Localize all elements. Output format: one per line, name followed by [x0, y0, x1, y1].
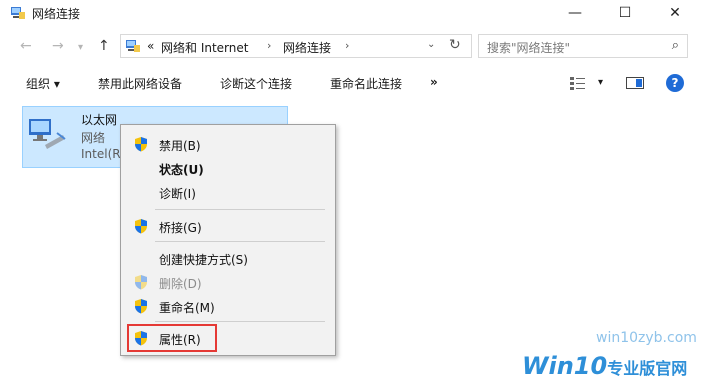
watermark-brand: Win10专业版官网 — [522, 352, 687, 380]
menu-item-bridge[interactable]: 桥接(G) — [123, 215, 333, 237]
menu-item-disable[interactable]: 禁用(B) — [123, 133, 333, 155]
forward-button[interactable]: → — [52, 38, 64, 54]
rename-connection-button[interactable]: 重命名此连接 — [330, 75, 402, 92]
breadcrumb-network-internet[interactable]: 网络和 Internet — [161, 39, 248, 56]
search-box[interactable]: 搜索"网络连接" ⌕ — [478, 34, 688, 58]
address-row: ← → ▾ ↑ « 网络和 Internet › 网络连接 › ⌄ ↻ 搜索"网… — [0, 34, 704, 60]
uac-shield-icon — [135, 299, 147, 314]
maximize-button[interactable]: ☐ — [602, 0, 648, 26]
search-icon[interactable]: ⌕ — [672, 38, 679, 53]
breadcrumb-network-connections[interactable]: 网络连接 — [283, 39, 331, 56]
refresh-icon[interactable]: ↻ — [449, 37, 461, 53]
menu-item-label: 删除(D) — [159, 277, 202, 291]
address-bar[interactable]: « 网络和 Internet › 网络连接 › ⌄ ↻ — [120, 34, 472, 58]
menu-separator — [155, 241, 325, 242]
help-icon[interactable]: ? — [666, 74, 684, 92]
highlight-box — [127, 324, 217, 352]
adapter-name: 以太网 — [81, 113, 118, 127]
network-folder-icon — [11, 7, 25, 19]
watermark-url: win10zyb.com — [596, 330, 697, 346]
close-button[interactable]: ✕ — [652, 0, 698, 26]
address-dropdown-button[interactable]: ⌄ — [427, 39, 435, 50]
menu-separator — [155, 209, 325, 210]
view-options-dropdown[interactable]: ▾ — [598, 77, 603, 88]
watermark-brand-cn: 专业版官网 — [607, 359, 688, 378]
menu-item-label: 状态(U) — [159, 163, 204, 177]
menu-item-label: 诊断(I) — [159, 187, 196, 201]
menu-item-label: 桥接(G) — [159, 221, 202, 235]
preview-pane-icon[interactable] — [626, 77, 644, 89]
back-button[interactable]: ← — [20, 38, 32, 54]
window-title: 网络连接 — [32, 7, 81, 21]
network-folder-icon — [126, 40, 140, 52]
change-view-icon[interactable] — [570, 76, 586, 90]
title-bar: 网络连接 — ☐ ✕ — [0, 0, 704, 26]
menu-item-status[interactable]: 状态(U) — [123, 157, 333, 179]
menu-item-diagnose[interactable]: 诊断(I) — [123, 181, 333, 203]
breadcrumb-chevron[interactable]: › — [345, 39, 349, 52]
up-button[interactable]: ↑ — [98, 38, 110, 54]
menu-item-label: 禁用(B) — [159, 139, 201, 153]
menu-item-label: 创建快捷方式(S) — [159, 253, 248, 267]
breadcrumb-overflow[interactable]: « — [147, 39, 154, 53]
disable-device-button[interactable]: 禁用此网络设备 — [98, 75, 182, 92]
watermark-brand-text: Win10 — [522, 352, 608, 380]
adapter-status: 网络 — [81, 131, 106, 145]
diagnose-connection-button[interactable]: 诊断这个连接 — [220, 75, 292, 92]
organize-button[interactable]: 组织 ▾ — [26, 75, 60, 92]
adapter-device: Intel(R — [81, 147, 121, 161]
minimize-button[interactable]: — — [552, 0, 598, 26]
menu-item-create-shortcut[interactable]: 创建快捷方式(S) — [123, 247, 333, 269]
menu-item-delete: 删除(D) — [123, 271, 333, 293]
command-bar: 组织 ▾ 禁用此网络设备 诊断这个连接 重命名此连接 » ▾ ? — [0, 68, 704, 98]
breadcrumb-chevron[interactable]: › — [267, 39, 271, 52]
uac-shield-icon — [135, 137, 147, 152]
uac-shield-icon — [135, 275, 147, 290]
ethernet-adapter-icon — [29, 119, 66, 149]
menu-item-label: 重命名(M) — [159, 301, 215, 315]
uac-shield-icon — [135, 219, 147, 234]
menu-separator — [155, 321, 325, 322]
menu-item-rename[interactable]: 重命名(M) — [123, 295, 333, 317]
recent-locations-button[interactable]: ▾ — [78, 42, 83, 53]
context-menu: 禁用(B) 状态(U) 诊断(I) 桥接(G) 创建快捷方式(S) 删除(D) — [120, 124, 336, 356]
search-placeholder: 搜索"网络连接" — [487, 41, 571, 55]
more-commands-button[interactable]: » — [430, 75, 438, 89]
